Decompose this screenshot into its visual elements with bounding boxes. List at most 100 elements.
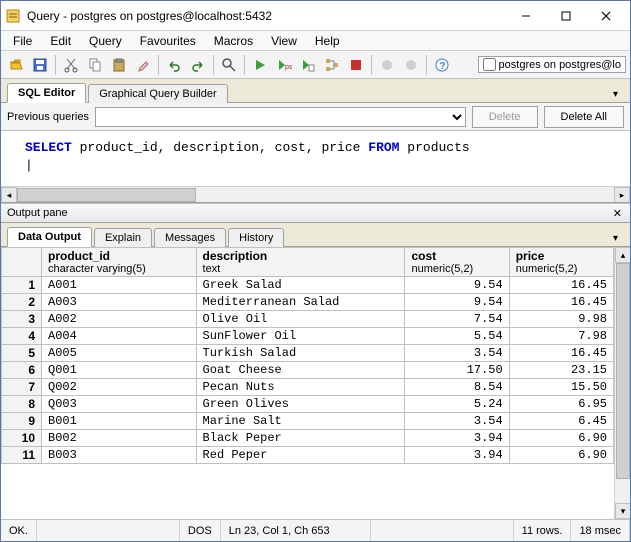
cut-icon[interactable] [60, 54, 82, 76]
tab-history[interactable]: History [228, 228, 284, 247]
scroll-left-icon[interactable]: ◂ [1, 187, 17, 203]
row-number[interactable]: 1 [2, 277, 42, 294]
tab-messages[interactable]: Messages [154, 228, 226, 247]
tab-sql-editor[interactable]: SQL Editor [7, 83, 86, 103]
connection-selector[interactable]: postgres on postgres@lo [478, 56, 626, 73]
execute-pgscript-icon[interactable]: ps [273, 54, 295, 76]
cancel-icon[interactable] [345, 54, 367, 76]
redo-icon[interactable] [187, 54, 209, 76]
scroll-thumb[interactable] [17, 188, 196, 202]
clear-icon[interactable] [132, 54, 154, 76]
tab-graphical-query-builder[interactable]: Graphical Query Builder [88, 84, 227, 103]
cell-product_id[interactable]: Q001 [42, 362, 197, 379]
cell-cost[interactable]: 17.50 [405, 362, 509, 379]
cell-cost[interactable]: 3.94 [405, 447, 509, 464]
table-row[interactable]: 7Q002Pecan Nuts8.5415.50 [2, 379, 630, 396]
menu-help[interactable]: Help [307, 32, 348, 50]
editor-hscrollbar[interactable]: ◂ ▸ [1, 186, 630, 202]
cell-product_id[interactable]: B002 [42, 430, 197, 447]
cell-description[interactable]: Pecan Nuts [196, 379, 405, 396]
grid-vscrollbar[interactable]: ▴ ▾ [614, 247, 630, 519]
row-number[interactable]: 9 [2, 413, 42, 430]
scroll-down-icon[interactable]: ▾ [615, 503, 630, 519]
cell-product_id[interactable]: A001 [42, 277, 197, 294]
cell-product_id[interactable]: A002 [42, 311, 197, 328]
menu-view[interactable]: View [263, 32, 305, 50]
output-tabbar-dropdown-icon[interactable]: ▾ [607, 231, 624, 246]
col-cost[interactable]: costnumeric(5,2) [405, 248, 509, 277]
cell-product_id[interactable]: B001 [42, 413, 197, 430]
open-icon[interactable] [5, 54, 27, 76]
table-row[interactable]: 8Q003Green Olives5.246.95 [2, 396, 630, 413]
cell-description[interactable]: Turkish Salad [196, 345, 405, 362]
paste-icon[interactable] [108, 54, 130, 76]
corner-cell[interactable] [2, 248, 42, 277]
cell-price[interactable]: 16.45 [509, 345, 613, 362]
sql-editor[interactable]: SELECT product_id, description, cost, pr… [1, 131, 630, 203]
menu-edit[interactable]: Edit [42, 32, 79, 50]
cell-description[interactable]: Mediterranean Salad [196, 294, 405, 311]
table-row[interactable]: 2A003Mediterranean Salad9.5416.45 [2, 294, 630, 311]
cell-description[interactable]: Greek Salad [196, 277, 405, 294]
row-number[interactable]: 10 [2, 430, 42, 447]
cell-product_id[interactable]: B003 [42, 447, 197, 464]
cell-cost[interactable]: 7.54 [405, 311, 509, 328]
sql-text[interactable]: SELECT product_id, description, cost, pr… [1, 131, 630, 183]
cell-description[interactable]: Green Olives [196, 396, 405, 413]
tab-explain[interactable]: Explain [94, 228, 152, 247]
scroll-thumb[interactable] [616, 263, 630, 479]
cell-price[interactable]: 16.45 [509, 277, 613, 294]
cell-description[interactable]: Red Peper [196, 447, 405, 464]
explain-icon[interactable] [321, 54, 343, 76]
result-grid[interactable]: product_idcharacter varying(5) descripti… [1, 247, 630, 519]
cell-description[interactable]: SunFlower Oil [196, 328, 405, 345]
row-number[interactable]: 3 [2, 311, 42, 328]
execute-icon[interactable] [249, 54, 271, 76]
connection-checkbox[interactable] [483, 58, 496, 71]
help-icon[interactable]: ? [431, 54, 453, 76]
tab-data-output[interactable]: Data Output [7, 227, 92, 247]
cell-cost[interactable]: 3.54 [405, 345, 509, 362]
cell-cost[interactable]: 3.94 [405, 430, 509, 447]
cell-description[interactable]: Goat Cheese [196, 362, 405, 379]
row-number[interactable]: 2 [2, 294, 42, 311]
row-number[interactable]: 7 [2, 379, 42, 396]
table-row[interactable]: 11B003Red Peper3.946.90 [2, 447, 630, 464]
cell-product_id[interactable]: A004 [42, 328, 197, 345]
previous-queries-select[interactable] [95, 107, 466, 127]
table-row[interactable]: 6Q001Goat Cheese17.5023.15 [2, 362, 630, 379]
tabbar-dropdown-icon[interactable]: ▾ [607, 87, 624, 102]
copy-icon[interactable] [84, 54, 106, 76]
menu-query[interactable]: Query [81, 32, 130, 50]
cell-price[interactable]: 7.98 [509, 328, 613, 345]
menu-favourites[interactable]: Favourites [132, 32, 204, 50]
cell-product_id[interactable]: Q002 [42, 379, 197, 396]
delete-button[interactable]: Delete [472, 106, 538, 128]
cell-product_id[interactable]: A005 [42, 345, 197, 362]
close-button[interactable] [586, 2, 626, 30]
cell-cost[interactable]: 9.54 [405, 277, 509, 294]
scroll-up-icon[interactable]: ▴ [615, 247, 630, 263]
execute-file-icon[interactable] [297, 54, 319, 76]
cell-cost[interactable]: 5.24 [405, 396, 509, 413]
rollback-icon[interactable] [400, 54, 422, 76]
row-number[interactable]: 11 [2, 447, 42, 464]
table-row[interactable]: 1A001Greek Salad9.5416.45 [2, 277, 630, 294]
cell-description[interactable]: Black Peper [196, 430, 405, 447]
row-number[interactable]: 4 [2, 328, 42, 345]
table-row[interactable]: 5A005Turkish Salad3.5416.45 [2, 345, 630, 362]
table-row[interactable]: 9B001Marine Salt3.546.45 [2, 413, 630, 430]
table-row[interactable]: 4A004SunFlower Oil5.547.98 [2, 328, 630, 345]
table-row[interactable]: 3A002Olive Oil7.549.98 [2, 311, 630, 328]
undo-icon[interactable] [163, 54, 185, 76]
cell-price[interactable]: 6.90 [509, 430, 613, 447]
row-number[interactable]: 5 [2, 345, 42, 362]
cell-cost[interactable]: 3.54 [405, 413, 509, 430]
find-icon[interactable] [218, 54, 240, 76]
menu-macros[interactable]: Macros [206, 32, 261, 50]
cell-price[interactable]: 6.90 [509, 447, 613, 464]
cell-cost[interactable]: 5.54 [405, 328, 509, 345]
scroll-right-icon[interactable]: ▸ [614, 187, 630, 203]
save-icon[interactable] [29, 54, 51, 76]
cell-description[interactable]: Olive Oil [196, 311, 405, 328]
